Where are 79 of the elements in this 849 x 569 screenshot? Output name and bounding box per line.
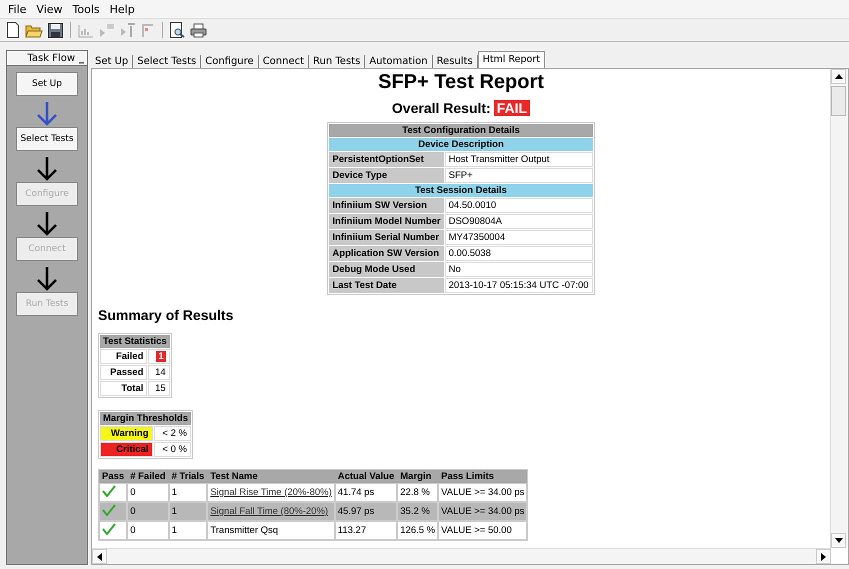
table-cell: 14	[148, 365, 170, 380]
column-header: Actual Value	[334, 470, 398, 483]
menu-item[interactable]: Help	[110, 2, 135, 16]
table-cell: 0	[127, 521, 169, 540]
table-cell: Host Transmitter Output	[444, 152, 593, 167]
test-name: Transmitter Qsq	[210, 525, 278, 536]
table-cell: PersistentOptionSet	[329, 152, 444, 167]
column-header: Pass Limits	[438, 470, 528, 483]
table-cell: 0.00.5038	[444, 246, 593, 261]
vertical-scrollbar[interactable]	[830, 69, 848, 548]
table-cell: 2013-10-17 05:15:34 UTC -07:00	[444, 278, 593, 293]
table-header: Margin Thresholds	[100, 412, 191, 425]
table-cell: 15	[148, 381, 170, 396]
table-cell: Failed	[100, 349, 148, 364]
scroll-up-icon[interactable]	[831, 69, 846, 84]
table-cell: 41.74 ps	[334, 483, 398, 502]
table-cell: Device Type	[329, 168, 444, 183]
menu-item[interactable]: File	[8, 2, 26, 16]
report-title: SFP+ Test Report	[377, 71, 545, 94]
scroll-thumb[interactable]	[831, 86, 846, 116]
scroll-left-icon[interactable]	[92, 549, 107, 564]
table-cell: VALUE >= 50.00	[438, 521, 528, 540]
column-header: Test Name	[207, 470, 335, 483]
table-cell: 1	[168, 502, 208, 521]
minimize-button[interactable]: _	[79, 52, 84, 64]
column-header: Pass	[99, 470, 128, 483]
column-header: # Failed	[127, 470, 169, 483]
table-cell: Warning	[100, 426, 153, 441]
section-header: Test Session Details	[329, 184, 593, 197]
table-cell: Application SW Version	[329, 246, 444, 261]
save-icon[interactable]	[48, 22, 63, 38]
task-step-button[interactable]: Set Up	[16, 72, 78, 96]
table-cell: Critical	[100, 442, 153, 457]
table-cell: Infiniium Serial Number	[329, 230, 444, 245]
table-cell: DSO90804A	[444, 214, 593, 229]
table-cell: 1	[148, 349, 170, 364]
table-cell: Total	[100, 381, 148, 396]
table-cell: 04.50.0010	[444, 198, 593, 213]
table-cell: 1	[168, 521, 208, 540]
overall-result-label: Overall Result:	[392, 100, 491, 116]
column-header: Margin	[397, 470, 438, 483]
table-header: Test Statistics	[100, 335, 170, 348]
table-cell: MY47350004	[444, 230, 593, 245]
table-cell: Debug Mode Used	[329, 262, 444, 277]
table-cell: 126.5 %	[397, 521, 438, 540]
table-cell: Passed	[100, 365, 148, 380]
table-cell: 0	[127, 502, 169, 521]
table-cell: VALUE >= 34.00 ps	[438, 502, 528, 521]
fail-badge: FAIL	[494, 100, 530, 116]
panel-title: Task Flow	[27, 52, 75, 64]
open-folder-icon[interactable]	[25, 22, 43, 38]
tab[interactable]: Html Report	[478, 51, 545, 68]
menu-item[interactable]: Tools	[72, 2, 100, 16]
table-cell: 0	[127, 483, 169, 502]
print-preview-icon[interactable]	[170, 22, 185, 38]
scroll-down-icon[interactable]	[831, 533, 846, 548]
table-cell: No	[444, 262, 593, 277]
column-header: # Trials	[168, 470, 208, 483]
table-cell: SFP+	[444, 168, 593, 183]
horizontal-scrollbar[interactable]	[92, 548, 831, 564]
menu-item[interactable]: View	[36, 2, 63, 16]
table-cell: 35.2 %	[397, 502, 438, 521]
section-heading: Summary of Results	[98, 307, 234, 323]
table-header: Test Configuration Details	[329, 124, 593, 137]
section-header: Device Description	[329, 138, 593, 151]
table-cell: 1	[168, 483, 208, 502]
table-cell: < 2 %	[154, 426, 191, 441]
scroll-right-icon[interactable]	[816, 549, 831, 564]
table-cell: 113.27	[334, 521, 398, 540]
new-file-icon[interactable]	[6, 22, 20, 38]
table-cell: 22.8 %	[397, 483, 438, 502]
table-cell: VALUE >= 34.00 ps	[438, 483, 528, 502]
table-cell: 45.97 ps	[334, 502, 398, 521]
print-icon[interactable]	[190, 22, 207, 38]
table-cell: Infiniium Model Number	[329, 214, 444, 229]
table-cell: Infiniium SW Version	[329, 198, 444, 213]
table-cell: Last Test Date	[329, 278, 444, 293]
table-cell: < 0 %	[154, 442, 191, 457]
task-step-button[interactable]: Select Tests	[16, 127, 78, 151]
